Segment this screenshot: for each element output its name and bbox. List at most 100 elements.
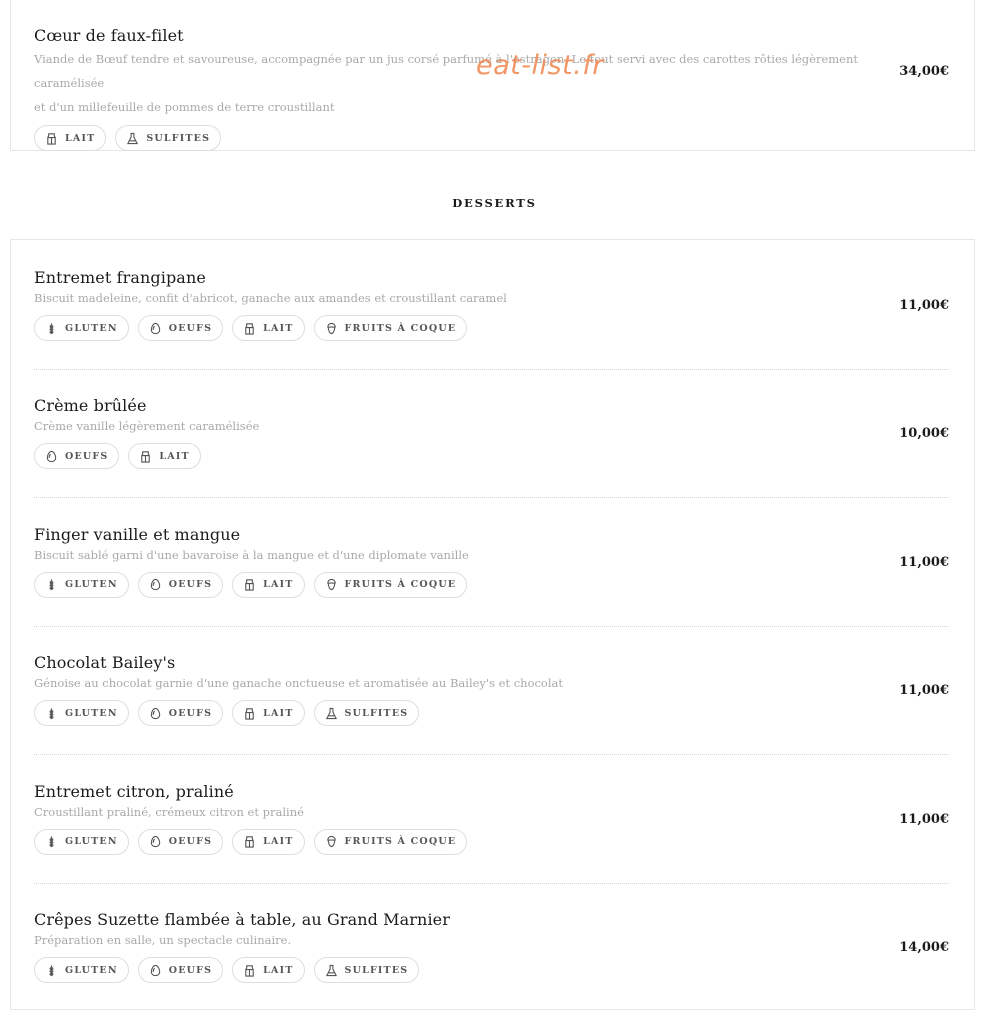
allergen-tag: SULFITES	[313, 700, 420, 727]
item-description: Viande de Bœuf tendre et savoureuse, acc…	[34, 47, 894, 119]
menu-card-desserts: Entremet frangipane Biscuit madeleine, co…	[10, 239, 975, 1010]
nut-icon	[326, 835, 336, 848]
egg-icon	[150, 835, 161, 848]
item-title: Crème brûlée	[34, 396, 147, 416]
allergen-label: LAIT	[159, 450, 190, 462]
watermark: eat-list.fr	[476, 50, 604, 81]
allergen-tag: LAIT	[232, 700, 305, 727]
allergen-tag: OEUFS	[137, 315, 224, 341]
item-description: Croustillant praliné, crémeux citron et …	[34, 804, 304, 819]
egg-icon	[150, 579, 161, 591]
wheat-icon	[49, 964, 54, 976]
item-divider	[34, 369, 949, 370]
item-description: Préparation en salle, un spectacle culin…	[34, 933, 292, 947]
allergen-tags: GLUTEN OEUFS LAIT FRUITS À COQUE	[34, 828, 949, 855]
egg-icon	[150, 707, 161, 719]
allergen-tags: GLUTEN OEUFS LAIT SULFITES	[34, 957, 949, 983]
item-title: Crêpes Suzette flambée à table, au Grand…	[34, 910, 450, 929]
item-title: Chocolat Bailey's	[34, 653, 176, 673]
allergen-tag: FRUITS À COQUE	[313, 315, 468, 341]
milk-icon	[245, 707, 254, 720]
milk-icon	[245, 579, 254, 591]
allergen-label: OEUFS	[168, 964, 213, 976]
item-description: Crème vanille légèrement caramélisée	[34, 419, 260, 434]
allergen-label: OEUFS	[168, 579, 213, 591]
nut-icon	[326, 322, 336, 334]
allergen-label: LAIT	[65, 132, 96, 144]
allergen-tag: GLUTEN	[34, 315, 129, 341]
allergen-tag: LAIT	[232, 828, 305, 855]
allergen-label: GLUTEN	[65, 579, 118, 591]
allergen-label: SULFITES	[146, 132, 211, 144]
item-price: 11,00€	[899, 811, 949, 827]
wheat-icon	[49, 836, 54, 848]
item-title: Entremet frangipane	[34, 268, 206, 287]
allergen-tag: LAIT	[128, 443, 201, 470]
egg-icon	[150, 964, 161, 976]
allergen-tag: GLUTEN	[34, 957, 129, 983]
allergen-tags: GLUTEN OEUFS LAIT FRUITS À COQUE	[34, 571, 949, 598]
item-title: Entremet citron, praliné	[34, 781, 234, 801]
allergen-label: OEUFS	[168, 707, 213, 719]
allergen-label: OEUFS	[168, 836, 213, 848]
milk-icon	[245, 964, 254, 977]
allergen-label: FRUITS À COQUE	[344, 579, 457, 591]
milk-icon	[141, 451, 151, 463]
item-price: 34,00€	[899, 64, 949, 79]
allergen-tag: OEUFS	[137, 957, 224, 983]
milk-icon	[245, 322, 254, 335]
allergen-tag: FRUITS À COQUE	[313, 571, 468, 598]
allergen-label: LAIT	[263, 322, 294, 334]
flask-icon	[127, 132, 139, 144]
egg-icon	[150, 322, 161, 334]
item-description: Génoise au chocolat garnie d'une ganache…	[34, 676, 564, 691]
allergen-label: LAIT	[263, 836, 294, 848]
allergen-tag: OEUFS	[137, 828, 224, 855]
allergen-tag: LAIT	[34, 125, 107, 151]
flask-icon	[325, 964, 337, 976]
allergen-tags: GLUTEN OEUFS LAIT SULFITES	[34, 700, 949, 727]
allergen-tags: GLUTEN OEUFS LAIT FRUITS À COQUE	[34, 315, 949, 341]
item-description: Biscuit madeleine, confit d'abricot, gan…	[34, 291, 507, 305]
allergen-tag: GLUTEN	[34, 700, 129, 727]
milk-icon	[47, 132, 56, 145]
item-description-line: et d'un millefeuille de pommes de terre …	[34, 100, 335, 114]
allergen-tag: OEUFS	[137, 700, 224, 727]
menu-item: Crêpes Suzette flambée à table, au Grand…	[34, 910, 949, 983]
allergen-label: GLUTEN	[65, 322, 118, 334]
nut-icon	[326, 579, 336, 591]
allergen-tag: LAIT	[232, 571, 305, 598]
item-divider	[34, 882, 949, 884]
item-title: Cœur de faux-filet	[34, 26, 184, 45]
allergen-tag: GLUTEN	[34, 828, 129, 855]
wheat-icon	[49, 579, 54, 591]
allergen-label: OEUFS	[65, 450, 109, 462]
item-description: Biscuit sablé garni d'une bavaroise à la…	[34, 547, 469, 562]
allergen-tag: LAIT	[232, 957, 305, 983]
item-divider	[34, 497, 949, 499]
item-title: Finger vanille et mangue	[34, 524, 241, 544]
allergen-tag: FRUITS À COQUE	[313, 828, 468, 855]
menu-item: Entremet frangipane Biscuit madeleine, co…	[34, 268, 949, 341]
allergen-tag: GLUTEN	[34, 571, 129, 598]
milk-icon	[245, 836, 254, 848]
allergen-tags: LAIT SULFITES	[34, 125, 949, 151]
allergen-label: GLUTEN	[65, 964, 118, 976]
flask-icon	[325, 707, 337, 719]
item-divider	[34, 625, 949, 627]
allergen-label: GLUTEN	[65, 836, 118, 848]
allergen-label: FRUITS À COQUE	[344, 322, 457, 334]
egg-icon	[46, 450, 57, 463]
allergen-label: SULFITES	[344, 707, 409, 719]
menu-item: Finger vanille et mangue Biscuit sablé ga…	[34, 525, 949, 598]
item-price: 11,00€	[899, 683, 949, 699]
allergen-label: FRUITS À COQUE	[344, 836, 457, 848]
allergen-label: LAIT	[263, 964, 294, 976]
item-description-line: Viande de Bœuf tendre et savoureuse, acc…	[34, 52, 859, 90]
menu-item: Cœur de faux-filet Viande de Bœuf tendre…	[34, 26, 949, 151]
allergen-tag: SULFITES	[313, 957, 420, 983]
item-divider	[34, 754, 949, 756]
allergen-label: LAIT	[263, 579, 294, 591]
menu-item: Chocolat Bailey's Génoise au chocolat gar…	[34, 653, 949, 727]
item-price: 11,00€	[899, 298, 949, 313]
